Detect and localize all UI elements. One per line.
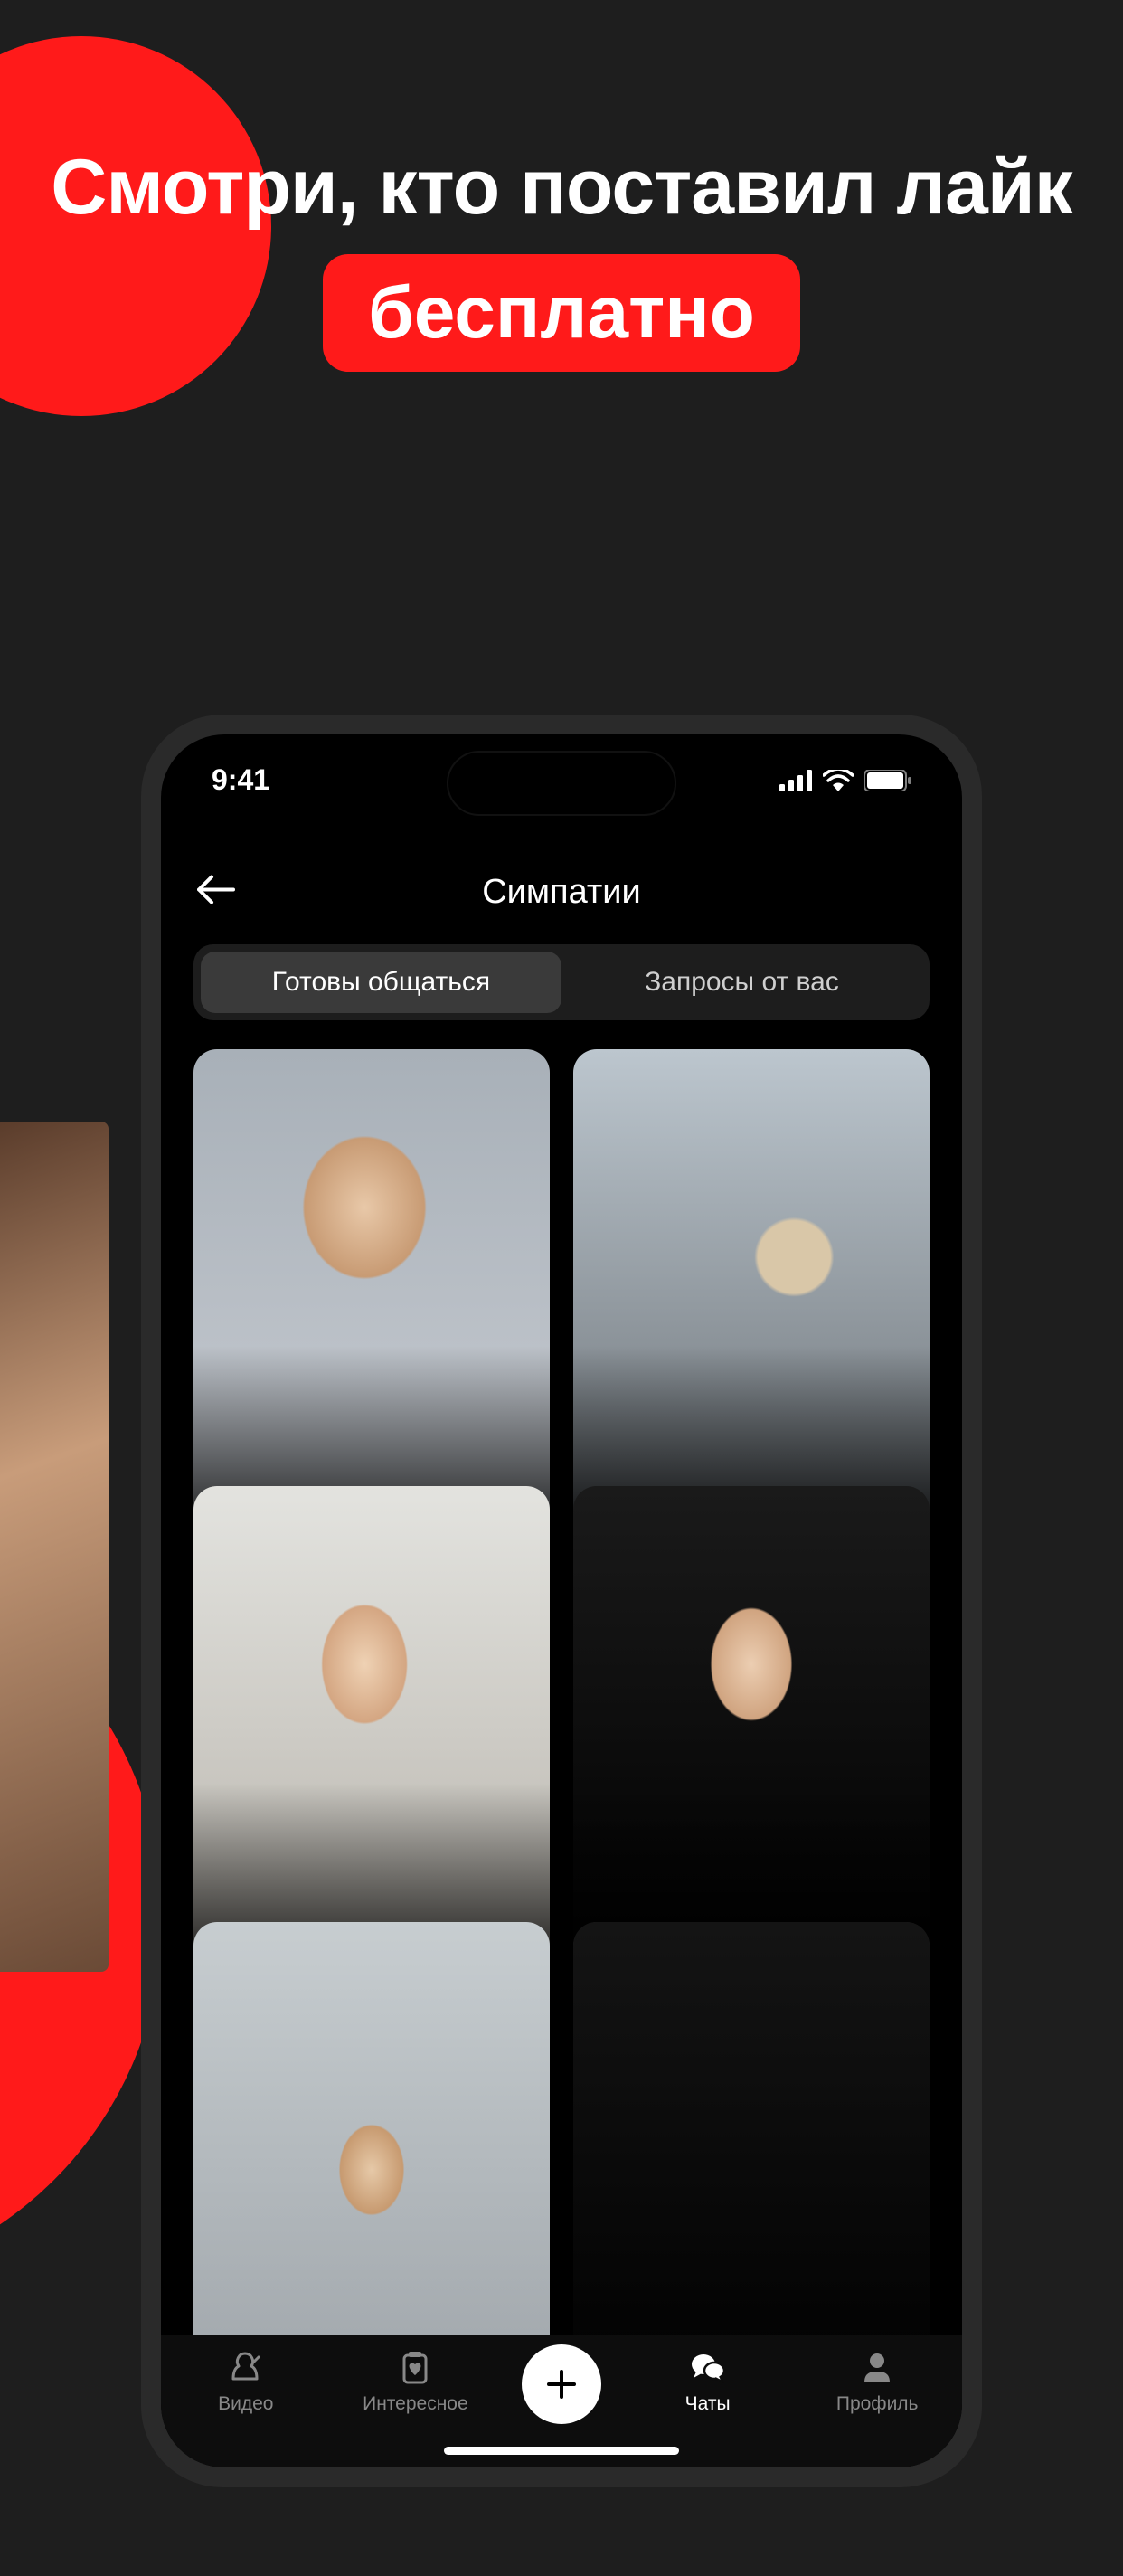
tabs-container: Готовы общаться Запросы от вас <box>193 944 930 1020</box>
arrow-left-icon <box>197 876 235 904</box>
decorative-side-photo <box>0 1122 109 1972</box>
tab-label: Запросы от вас <box>645 967 839 998</box>
nav-label: Профиль <box>836 2393 919 2415</box>
nav-label: Интересное <box>363 2393 468 2415</box>
profile-icon <box>857 2348 897 2388</box>
status-indicators <box>779 770 911 791</box>
back-button[interactable] <box>197 876 235 909</box>
cellular-icon <box>779 770 812 791</box>
bottom-navigation: Видео Интересное Чаты Профиль <box>161 2335 962 2467</box>
profile-photo <box>193 1922 550 2335</box>
profile-card[interactable]: Инга, 23 <box>573 1486 930 1981</box>
nav-profile[interactable]: Профиль <box>814 2348 940 2415</box>
status-time: 9:41 <box>212 763 269 797</box>
profile-photo <box>573 1922 930 2335</box>
profile-card[interactable]: Женя, 23 <box>193 1049 550 1544</box>
interesting-icon <box>395 2348 435 2388</box>
nav-add-button[interactable] <box>522 2344 601 2424</box>
card-gradient <box>193 1486 550 1981</box>
nav-chats[interactable]: Чаты <box>645 2348 771 2415</box>
card-gradient <box>573 1049 930 1544</box>
home-indicator[interactable] <box>444 2447 679 2455</box>
hero-badge: бесплатно <box>323 254 800 372</box>
profile-card[interactable]: Максим, 25 <box>573 1049 930 1544</box>
nav-video[interactable]: Видео <box>183 2348 309 2415</box>
wifi-icon <box>823 770 854 791</box>
nav-label: Видео <box>218 2393 273 2415</box>
tab-requests-from-you[interactable]: Запросы от вас <box>562 952 922 1013</box>
tab-ready-to-chat[interactable]: Готовы общаться <box>201 952 562 1013</box>
hero-section: Смотри, кто поставил лайк бесплатно <box>0 145 1123 372</box>
tab-label: Готовы общаться <box>272 967 490 998</box>
profile-grid[interactable]: Женя, 23 Максим, 25 Алексей, 27 <box>193 1049 930 2335</box>
card-gradient <box>573 1486 930 1981</box>
plus-icon <box>543 2366 580 2402</box>
phone-notch <box>448 753 675 814</box>
phone-frame: 9:41 Симпатии Готовы общаться Запросы от… <box>141 715 982 2487</box>
profile-card[interactable] <box>573 1922 930 2335</box>
profile-card[interactable]: Алексей, 27 <box>193 1486 550 1981</box>
battery-icon <box>864 770 911 791</box>
app-header: Симпатии <box>161 856 962 928</box>
chats-icon <box>688 2348 728 2388</box>
card-gradient <box>193 1049 550 1544</box>
nav-interesting[interactable]: Интересное <box>352 2348 478 2415</box>
hero-title: Смотри, кто поставил лайк <box>0 145 1123 231</box>
phone-screen: 9:41 Симпатии Готовы общаться Запросы от… <box>161 734 962 2467</box>
page-title: Симпатии <box>482 873 641 912</box>
profile-card[interactable] <box>193 1922 550 2335</box>
nav-label: Чаты <box>685 2393 731 2415</box>
video-icon <box>226 2348 266 2388</box>
